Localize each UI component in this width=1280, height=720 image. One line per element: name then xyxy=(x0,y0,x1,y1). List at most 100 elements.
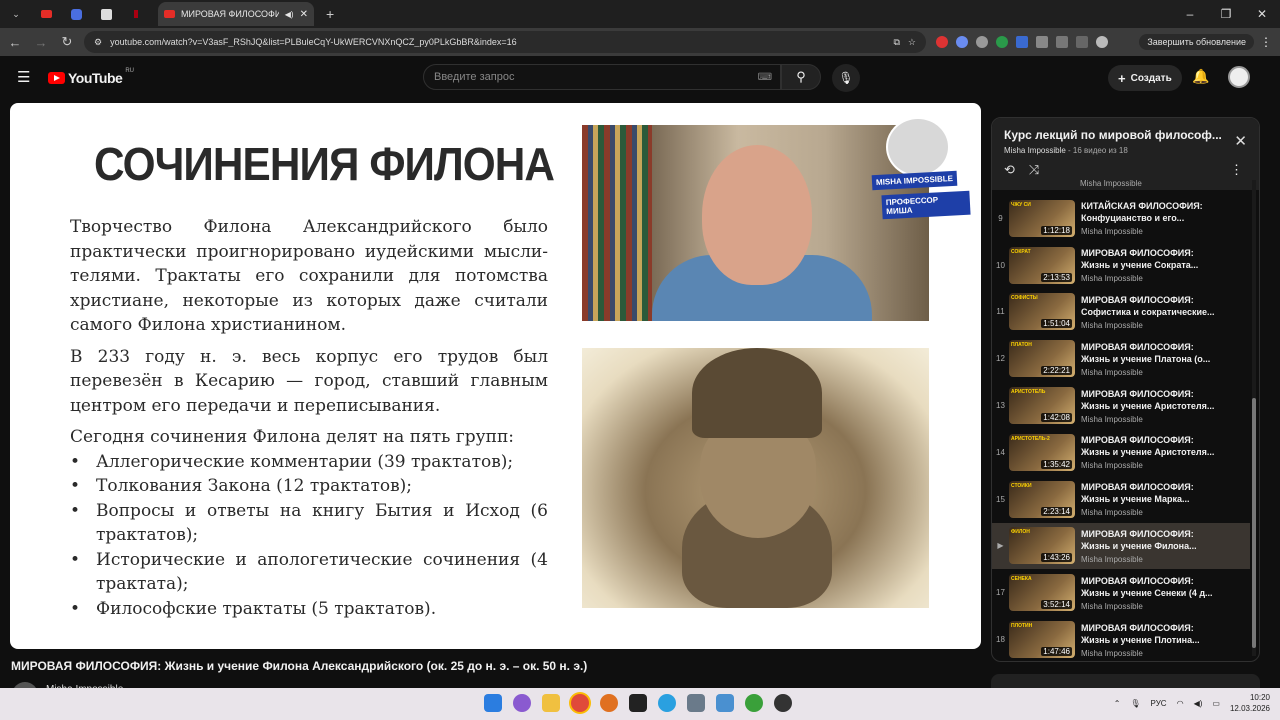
playlist-item[interactable]: 11 СОФИСТЫ 1:51:04 МИРОВАЯ ФИЛОСОФИЯ: Софист… xyxy=(992,289,1250,336)
translate-icon[interactable] xyxy=(716,694,734,712)
playlist-owner[interactable]: Misha Impossible xyxy=(1004,146,1066,155)
keyboard-icon[interactable]: ⌨ xyxy=(758,72,772,83)
video-duration: 3:52:14 xyxy=(1041,600,1072,610)
video-player[interactable]: СОЧИНЕНИЯ ФИЛОНА Творчество Филона Алекс… xyxy=(10,103,981,649)
chrome-icon[interactable] xyxy=(571,694,589,712)
playlist-item-info: МИРОВАЯ ФИЛОСОФИЯ: Жизнь и учение Сократа… xyxy=(1081,247,1250,283)
minimize-button[interactable]: – xyxy=(1172,0,1208,28)
forward-button[interactable]: → xyxy=(28,35,54,50)
slide-paragraph: Сегодня сочинения Филона делят на пять г… xyxy=(70,427,515,447)
search-input[interactable]: Введите запрос ⌨ xyxy=(423,64,781,90)
slide-bullet: Исторические и апологетические сочинения… xyxy=(70,548,548,597)
playlist-item[interactable]: 14 АРИСТОТЕЛЬ-2 1:35:42 МИРОВАЯ ФИЛОСОФИЯ: Ж… xyxy=(992,429,1250,476)
video-thumbnail[interactable]: ПЛОТИН 1:47:46 xyxy=(1009,621,1075,659)
wifi-icon[interactable]: ◠ xyxy=(1177,699,1184,708)
browser-icon[interactable] xyxy=(600,694,618,712)
video-thumbnail[interactable]: ЧЖУ СИ 1:12:18 xyxy=(1009,199,1075,237)
playlist-item-index: 12 xyxy=(996,354,1005,364)
video-thumbnail[interactable]: СЕНЕКА 3:52:14 xyxy=(1009,574,1075,612)
windows-start-icon[interactable] xyxy=(484,694,502,712)
notifications-bell-icon[interactable]: 🔔 xyxy=(1192,68,1209,85)
tab-youtube-2[interactable] xyxy=(122,3,150,25)
tab-youtube[interactable] xyxy=(32,3,60,25)
playlist-item[interactable]: 15 СТОИКИ 2:23:14 МИРОВАЯ ФИЛОСОФИЯ: Жизнь и… xyxy=(992,476,1250,523)
playlist-title[interactable]: Курс лекций по мировой философ... xyxy=(1004,128,1224,142)
tab-extension[interactable] xyxy=(62,3,90,25)
menu-dots-icon[interactable]: ⋮ xyxy=(1260,35,1272,49)
profile-icon[interactable] xyxy=(1096,36,1108,48)
bookshelf xyxy=(582,125,652,321)
extension-grey-icon[interactable] xyxy=(976,36,988,48)
playlist-item[interactable]: 12 ПЛАТОН 2:22:21 МИРОВАЯ ФИЛОСОФИЯ: Жизнь и… xyxy=(992,335,1250,382)
extension-blue-icon[interactable] xyxy=(956,36,968,48)
video-thumbnail[interactable]: СОКРАТ 2:13:53 xyxy=(1009,246,1075,284)
playlist-item[interactable]: 10 СОКРАТ 2:13:53 МИРОВАЯ ФИЛОСОФИЯ: Жизнь и… xyxy=(992,242,1250,289)
playlist-item[interactable]: 17 СЕНЕКА 3:52:14 МИРОВАЯ ФИЛОСОФИЯ: Жизнь и… xyxy=(992,569,1250,616)
search-button[interactable]: ⚲ xyxy=(781,64,821,90)
youtube-play-icon xyxy=(48,72,65,84)
extension-red-icon[interactable] xyxy=(936,36,948,48)
copilot-icon[interactable] xyxy=(513,694,531,712)
media-icon[interactable] xyxy=(1076,36,1088,48)
clock[interactable]: 10:20 12.03.2026 xyxy=(1230,692,1270,714)
install-icon[interactable]: ⧉ xyxy=(893,37,899,48)
close-icon[interactable]: ✕ xyxy=(300,9,308,20)
torrent-icon[interactable] xyxy=(745,694,763,712)
file-explorer-icon[interactable] xyxy=(542,694,560,712)
playlist-item-info: МИРОВАЯ ФИЛОСОФИЯ: Жизнь и учение Сенеки … xyxy=(1081,575,1250,611)
extension-doc-icon[interactable] xyxy=(1016,36,1028,48)
hamburger-menu-icon[interactable]: ☰ xyxy=(17,68,30,86)
shuffle-icon[interactable]: ⤨ xyxy=(1029,162,1039,178)
volume-icon[interactable]: ◀) xyxy=(1194,699,1203,708)
language-indicator[interactable]: РУС xyxy=(1151,699,1167,708)
playlist-item[interactable]: 13 АРИСТОТЕЛЬ 1:42:08 МИРОВАЯ ФИЛОСОФИЯ: Жиз… xyxy=(992,382,1250,429)
youtube-logo[interactable]: YouTube RU xyxy=(48,68,134,86)
loop-icon[interactable]: ⟲ xyxy=(1004,162,1015,178)
avatar[interactable] xyxy=(1228,66,1250,88)
playlist-item[interactable]: ▶ ФИЛОН 1:43:26 МИРОВАЯ ФИЛОСОФИЯ: Жизнь и у… xyxy=(992,522,1250,570)
address-bar[interactable]: ⚙ youtube.com/watch?v=V3asF_RShJQ&list=P… xyxy=(84,31,926,53)
create-button[interactable]: + Создать xyxy=(1108,65,1182,91)
playlist-item-info: МИРОВАЯ ФИЛОСОФИЯ: Жизнь и учение Филона.… xyxy=(1081,528,1250,564)
playlist-scrollbar[interactable] xyxy=(1252,180,1256,656)
battery-icon[interactable]: ▭ xyxy=(1212,699,1220,708)
back-button[interactable]: ← xyxy=(2,35,28,50)
bookmark-star-icon[interactable]: ☆ xyxy=(908,37,916,48)
playlist-item-info: МИРОВАЯ ФИЛОСОФИЯ: Жизнь и учение Платона… xyxy=(1081,341,1250,377)
playlist-item[interactable]: 9 ЧЖУ СИ 1:12:18 КИТАЙСКАЯ ФИЛОСОФИЯ: Конфуц… xyxy=(992,195,1250,242)
playlist-item-index: 14 xyxy=(996,447,1005,457)
tab-app[interactable] xyxy=(92,3,120,25)
site-info-icon[interactable]: ⚙ xyxy=(94,37,102,48)
video-thumbnail[interactable]: ПЛАТОН 2:22:21 xyxy=(1009,340,1075,378)
more-options-icon[interactable]: ⋮ xyxy=(1230,162,1243,178)
media-app-icon[interactable] xyxy=(629,694,647,712)
video-thumbnail[interactable]: АРИСТОТЕЛЬ 1:42:08 xyxy=(1009,387,1075,425)
video-thumbnail[interactable]: СТОИКИ 2:23:14 xyxy=(1009,480,1075,518)
playlist-item[interactable]: 18 ПЛОТИН 1:47:46 МИРОВАЯ ФИЛОСОФИЯ: Жизнь и… xyxy=(992,616,1250,661)
update-button[interactable]: Завершить обновление xyxy=(1139,34,1254,50)
voice-search-button[interactable]: 🎙 xyxy=(832,64,860,92)
scrollbar-thumb[interactable] xyxy=(1252,398,1256,648)
extension-tv-icon[interactable] xyxy=(1036,36,1048,48)
puzzle-icon[interactable] xyxy=(1056,36,1068,48)
youtube-icon xyxy=(40,10,52,18)
telegram-icon[interactable] xyxy=(658,694,676,712)
video-thumbnail[interactable]: СОФИСТЫ 1:51:04 xyxy=(1009,293,1075,331)
close-icon[interactable]: ✕ xyxy=(1234,132,1247,150)
reload-button[interactable]: ↻ xyxy=(54,34,80,50)
microphone-icon[interactable]: 🎙 xyxy=(1130,699,1140,708)
settings-app-icon[interactable] xyxy=(687,694,705,712)
tab-active[interactable]: МИРОВАЯ ФИЛОСОФИЯ: Ж ◀) ✕ xyxy=(158,2,314,26)
search-icon: ⚲ xyxy=(796,69,806,84)
playlist-item-info: МИРОВАЯ ФИЛОСОФИЯ: Жизнь и учение Аристот… xyxy=(1081,388,1250,424)
maximize-button[interactable]: ❐ xyxy=(1208,0,1244,28)
chevron-up-icon[interactable]: ⌃ xyxy=(1114,699,1121,708)
video-thumbnail[interactable]: ФИЛОН 1:43:26 xyxy=(1009,527,1075,565)
video-thumbnail[interactable]: АРИСТОТЕЛЬ-2 1:35:42 xyxy=(1009,433,1075,471)
window-close-button[interactable]: ✕ xyxy=(1244,0,1280,28)
new-tab-button[interactable]: + xyxy=(326,6,334,22)
speaker-icon[interactable]: ◀) xyxy=(285,10,294,19)
app-icon[interactable] xyxy=(774,694,792,712)
tab-list-button[interactable]: ⌄ xyxy=(2,3,30,25)
extension-green-icon[interactable] xyxy=(996,36,1008,48)
